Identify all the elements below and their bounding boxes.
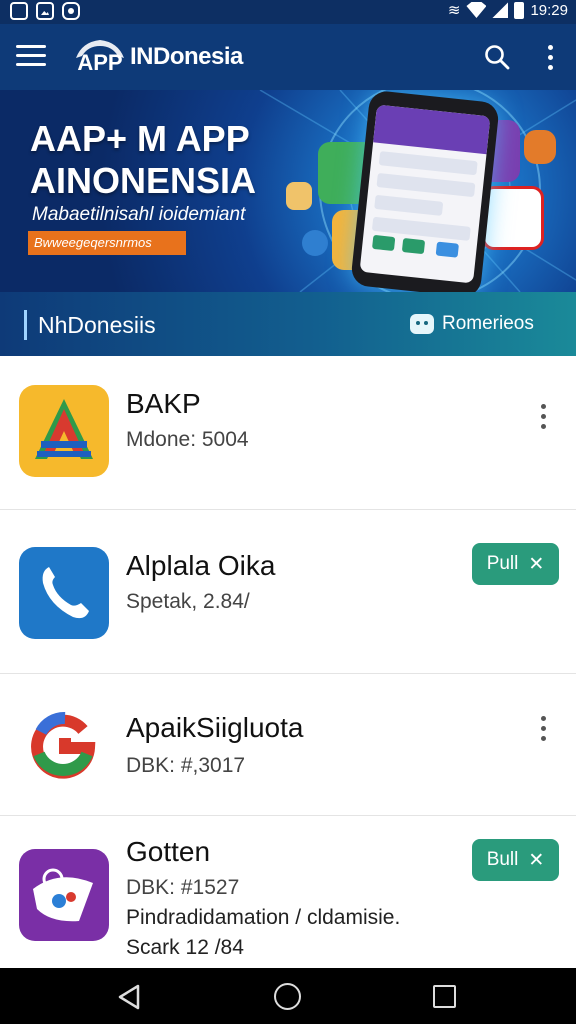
close-icon: ✕ <box>528 553 545 575</box>
app-meta: DBK: #,3017 <box>126 754 246 777</box>
battery-icon <box>514 1 525 19</box>
recommend-icon[interactable] <box>410 314 434 334</box>
back-icon[interactable] <box>116 984 142 1010</box>
app-description: Pindradidamation / cldamisie. <box>126 906 401 929</box>
app-name: Gotten <box>126 836 211 867</box>
app-name: ApaikSiigluota <box>126 712 304 743</box>
app-meta: Scark 12 /84 <box>126 936 244 959</box>
app-icon-phone <box>19 547 109 639</box>
item-overflow-menu-icon[interactable] <box>533 716 553 746</box>
banner-headline-line1: AAP+ M APP <box>30 118 250 159</box>
section-header: NhDonesiis Romerieos <box>0 292 576 356</box>
app-tile-icon <box>286 182 312 210</box>
pull-button[interactable]: Bull ✕ <box>472 839 559 881</box>
list-item[interactable]: ApaikSiigluota DBK: #,3017 <box>0 674 576 816</box>
recommendations-button[interactable]: Romerieos <box>442 313 534 335</box>
app-icon-g <box>19 698 109 790</box>
phone-illustration <box>350 90 500 292</box>
hamburger-menu-icon[interactable] <box>16 45 46 67</box>
app-icon-gotten <box>19 849 109 941</box>
list-item[interactable]: Gotten DBK: #1527 Pindradidamation / cld… <box>0 816 576 968</box>
recent-apps-icon[interactable] <box>433 985 456 1008</box>
wifi-icon <box>466 2 487 18</box>
search-icon[interactable] <box>484 44 510 70</box>
cellular-signal-icon <box>492 2 509 18</box>
app-tile-icon <box>482 186 544 250</box>
status-time: 19:29 <box>530 1 568 19</box>
status-notification-icons <box>10 2 80 20</box>
app-meta: Spetak, 2.84/ <box>126 590 250 613</box>
app-name: Alplala Oika <box>126 550 276 581</box>
status-system-icons: ≋ 19:29 <box>448 1 568 19</box>
pull-button-label: Pull <box>486 553 519 574</box>
system-navigation-bar <box>0 968 576 1024</box>
app-notification-icon <box>62 2 80 20</box>
app-bar-title: INDonesia <box>130 43 243 70</box>
app-tile-icon <box>524 130 556 164</box>
overflow-menu-icon[interactable] <box>540 42 560 72</box>
banner-headline: AAP+ M APP AINONENSIA <box>30 118 256 202</box>
app-name: BAKP <box>126 388 201 419</box>
logo-text: APP <box>77 50 122 74</box>
list-item[interactable]: BAKP Mdone: 5004 <box>0 356 576 510</box>
banner-subtitle: Mabaetilnisahl ioidemiant <box>32 204 246 225</box>
app-tile-icon <box>302 230 328 256</box>
banner-headline-line2: AINONENSIA <box>30 160 257 201</box>
app-icon-bakp <box>19 385 109 477</box>
app-meta: DBK: #1527 <box>126 876 240 899</box>
lock-notification-icon <box>10 2 28 20</box>
pull-button[interactable]: Pull ✕ <box>472 543 559 585</box>
banner-tag: Bwweegeqersnrmos <box>28 231 186 255</box>
pull-button-label: Bull <box>486 849 519 870</box>
app-logo-icon: APP <box>76 40 124 74</box>
home-icon[interactable] <box>274 983 301 1010</box>
list-item[interactable]: Alplala Oika Spetak, 2.84/ Pull ✕ <box>0 510 576 674</box>
item-overflow-menu-icon[interactable] <box>533 404 553 434</box>
app-bar: APP INDonesia <box>0 24 576 90</box>
status-bar: ≋ 19:29 <box>0 0 576 24</box>
promo-banner[interactable]: AAP+ M APP AINONENSIA Mabaetilnisahl ioi… <box>0 90 576 292</box>
section-accent <box>24 310 27 340</box>
image-notification-icon <box>36 2 54 20</box>
section-title: NhDonesiis <box>38 312 156 338</box>
vibrate-icon: ≋ <box>447 2 461 19</box>
close-icon: ✕ <box>528 849 545 871</box>
app-meta: Mdone: 5004 <box>126 428 249 451</box>
